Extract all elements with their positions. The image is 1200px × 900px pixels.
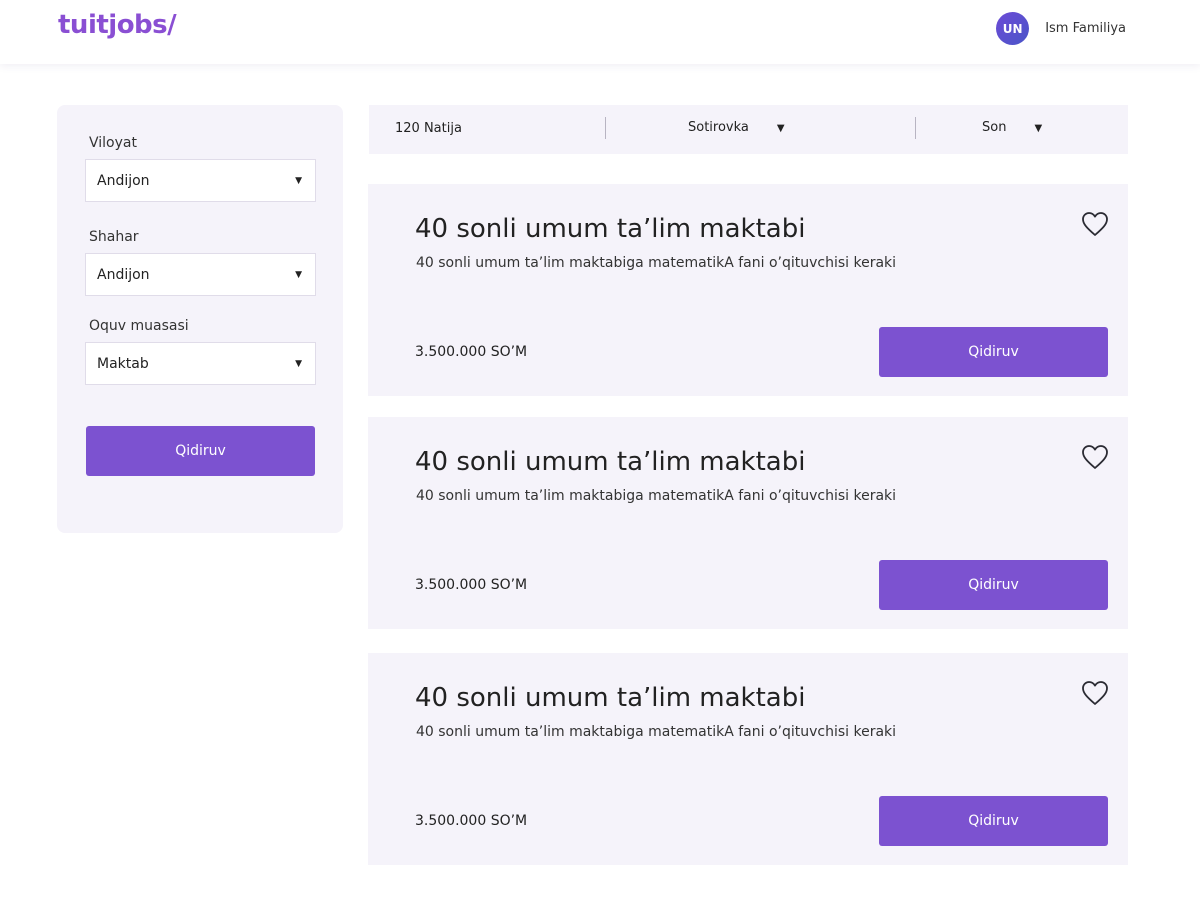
sort-select[interactable]: Sotirovka ▼ <box>688 120 785 135</box>
job-card: 40 sonli umum ta’lim maktabi 40 sonli um… <box>368 417 1128 629</box>
job-description: 40 sonli umum ta’lim maktabiga matematik… <box>416 255 897 271</box>
search-button[interactable]: Qidiruv <box>86 426 315 476</box>
filter-sidebar: Viloyat Andijon ▼ Shahar Andijon ▼ Oquv … <box>57 105 343 533</box>
order-label: Son <box>982 120 1007 135</box>
top-header: tuitjobs/ UN Ism Familiya <box>0 0 1200 64</box>
region-value: Andijon <box>97 172 150 189</box>
job-description: 40 sonli umum ta’lim maktabiga matematik… <box>416 724 897 740</box>
user-name[interactable]: Ism Familiya <box>1045 21 1126 36</box>
job-title[interactable]: 40 sonli umum ta’lim maktabi <box>415 447 805 477</box>
logo[interactable]: tuitjobs/ <box>58 10 177 40</box>
avatar[interactable]: UN <box>996 12 1030 45</box>
caret-down-icon: ▼ <box>295 176 302 186</box>
caret-down-icon: ▼ <box>776 123 785 134</box>
apply-button[interactable]: Qidiruv <box>879 327 1108 377</box>
region-select[interactable]: Andijon ▼ <box>85 159 316 202</box>
results-filter-bar: 120 Natija Sotirovka ▼ Son ▼ <box>369 105 1128 154</box>
sort-label: Sotirovka <box>688 120 749 135</box>
heart-icon[interactable] <box>1081 211 1109 237</box>
caret-down-icon: ▼ <box>295 270 302 280</box>
institution-label: Oquv muasasi <box>89 318 189 334</box>
heart-icon[interactable] <box>1081 444 1109 470</box>
caret-down-icon: ▼ <box>295 359 302 369</box>
job-salary: 3.500.000 SO’M <box>415 344 528 360</box>
city-select[interactable]: Andijon ▼ <box>85 253 316 296</box>
order-select[interactable]: Son ▼ <box>982 120 1042 135</box>
results-count: 120 Natija <box>395 121 462 136</box>
user-menu[interactable]: UN Ism Familiya <box>996 12 1126 45</box>
job-salary: 3.500.000 SO’M <box>415 813 528 829</box>
heart-icon[interactable] <box>1081 680 1109 706</box>
region-label: Viloyat <box>89 135 137 151</box>
divider <box>605 117 606 139</box>
job-title[interactable]: 40 sonli umum ta’lim maktabi <box>415 683 805 713</box>
divider <box>915 117 916 139</box>
job-description: 40 sonli umum ta’lim maktabiga matematik… <box>416 488 897 504</box>
caret-down-icon: ▼ <box>1034 123 1043 134</box>
institution-value: Maktab <box>97 355 149 372</box>
job-salary: 3.500.000 SO’M <box>415 577 528 593</box>
apply-button[interactable]: Qidiruv <box>879 560 1108 610</box>
city-label: Shahar <box>89 229 139 245</box>
job-card: 40 sonli umum ta’lim maktabi 40 sonli um… <box>368 184 1128 396</box>
city-value: Andijon <box>97 266 150 283</box>
job-title[interactable]: 40 sonli umum ta’lim maktabi <box>415 214 805 244</box>
job-card: 40 sonli umum ta’lim maktabi 40 sonli um… <box>368 653 1128 865</box>
apply-button[interactable]: Qidiruv <box>879 796 1108 846</box>
institution-select[interactable]: Maktab ▼ <box>85 342 316 385</box>
